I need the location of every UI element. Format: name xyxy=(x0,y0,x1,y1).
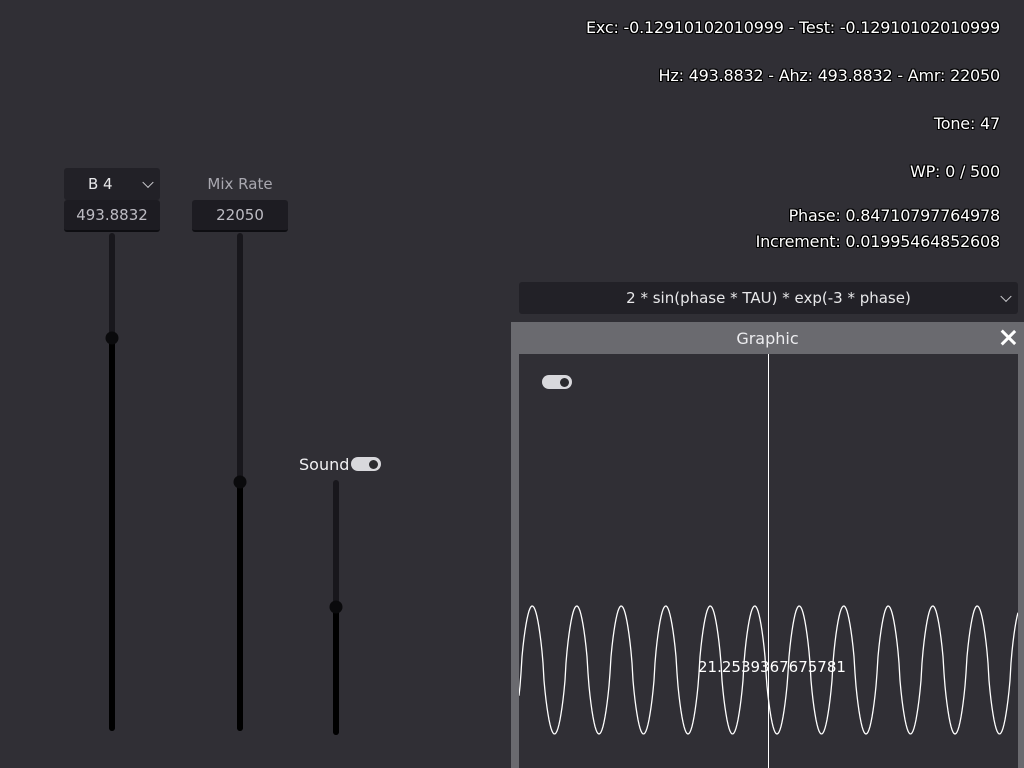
mix-rate-label: Mix Rate xyxy=(207,175,273,193)
sound-toggle[interactable] xyxy=(351,457,381,471)
sound-volume-slider-fill xyxy=(333,607,339,735)
sound-volume-slider-grabber[interactable] xyxy=(329,600,343,614)
note-select-value: B 4 xyxy=(88,175,113,193)
mix-rate-input[interactable]: 22050 xyxy=(192,200,288,232)
frequency-slider-fill xyxy=(109,338,115,731)
exc-test-readout: Exc: -0.12910102010999 - Test: -0.129101… xyxy=(585,18,1000,37)
mix-rate-slider-grabber[interactable] xyxy=(233,475,247,489)
frequency-slider[interactable] xyxy=(105,233,119,731)
chevron-down-icon xyxy=(142,176,154,189)
note-select[interactable]: B 4 xyxy=(64,168,160,200)
sound-label: Sound xyxy=(299,455,350,474)
formula-select[interactable]: 2 * sin(phase * TAU) * exp(-3 * phase) xyxy=(519,282,1018,314)
formula-select-value: 2 * sin(phase * TAU) * exp(-3 * phase) xyxy=(626,289,911,307)
frequency-slider-grabber[interactable] xyxy=(105,331,119,345)
plot-cursor-line[interactable] xyxy=(768,354,769,768)
increment-readout: Increment: 0.01995464852608 xyxy=(755,232,1001,251)
chevron-down-icon xyxy=(1000,290,1012,303)
sound-volume-slider[interactable] xyxy=(329,480,343,735)
wp-readout: WP: 0 / 500 xyxy=(909,162,1000,181)
frequency-readout: Hz: 493.8832 - Ahz: 493.8832 - Amr: 2205… xyxy=(658,66,1001,85)
graphic-canvas[interactable]: 21.2539367675781 xyxy=(519,354,1018,768)
close-icon[interactable] xyxy=(1000,329,1016,345)
phase-readout: Phase: 0.84710797764978 xyxy=(788,206,1001,225)
graphic-window-title[interactable]: Graphic xyxy=(511,322,1024,354)
frequency-input[interactable]: 493.8832 xyxy=(64,200,160,232)
mix-rate-slider-fill xyxy=(237,482,243,731)
cursor-value-readout: 21.2539367675781 xyxy=(698,658,846,676)
graphic-window: Graphic 21.2539367675781 xyxy=(511,322,1024,768)
mix-rate-slider[interactable] xyxy=(233,233,247,731)
tone-readout: Tone: 47 xyxy=(933,114,1000,133)
